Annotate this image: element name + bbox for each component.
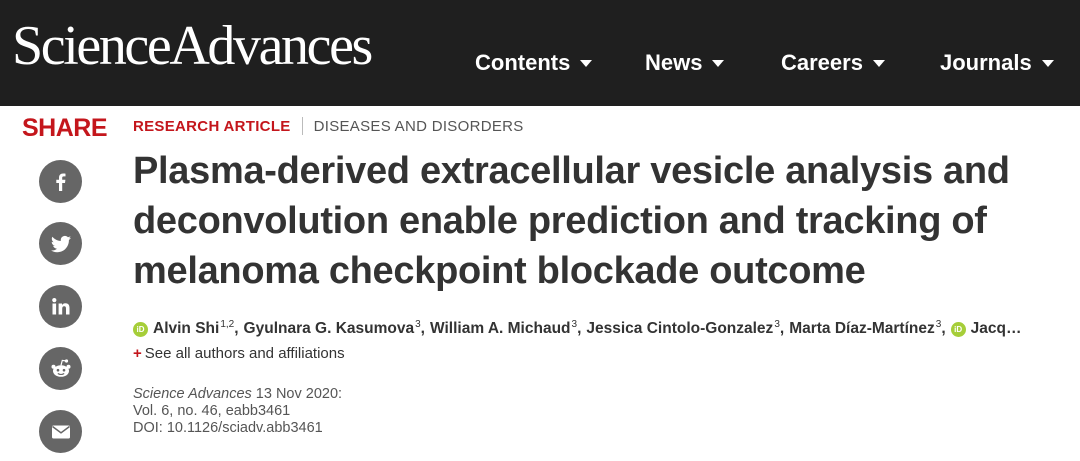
citation-journal: Science Advances <box>133 386 252 402</box>
nav-contents[interactable]: Contents <box>475 48 593 78</box>
citation-block: Science Advances 13 Nov 2020: Vol. 6, no… <box>133 386 342 437</box>
author-name: Jessica Cintolo-Gonzalez <box>586 320 774 337</box>
affiliation-sup: 3 <box>415 318 421 330</box>
see-all-authors-link[interactable]: + See all authors and affiliations <box>133 345 345 362</box>
email-icon <box>51 425 70 438</box>
article-type-link[interactable]: RESEARCH ARTICLE <box>133 118 291 135</box>
author-name: Alvin Shi <box>153 320 220 337</box>
author-separator: , <box>941 320 946 337</box>
subject-link[interactable]: DISEASES AND DISORDERS <box>314 118 524 135</box>
affiliation-sup: 3 <box>571 318 578 330</box>
nav-contents-label: Contents <box>475 50 571 75</box>
author-separator: , <box>234 320 239 337</box>
nav-careers-label: Careers <box>781 50 863 75</box>
see-all-label: See all authors and affiliations <box>144 345 345 362</box>
chevron-down-icon <box>872 59 885 67</box>
author-link[interactable]: Gyulnara G. Kasumova 3 <box>243 318 421 338</box>
meta-divider <box>301 117 303 135</box>
nav-news-label: News <box>645 50 703 75</box>
citation-date: 13 Nov 2020: <box>255 386 343 402</box>
orcid-icon[interactable]: iD <box>133 321 148 337</box>
affiliation-sup: 3 <box>935 318 942 330</box>
author-list: iD Alvin Shi 1,2, Gyulnara G. Kasumova 3, … <box>133 317 1053 341</box>
linkedin-icon <box>51 297 69 314</box>
facebook-icon <box>55 173 65 191</box>
author-name: Marta Díaz-Martínez <box>789 320 935 337</box>
article-title: Plasma-derived extracellular vesicle ana… <box>133 150 1010 292</box>
affiliation-sup: 1,2 <box>220 318 235 330</box>
author-link[interactable]: William A. Michaud 3 <box>429 318 578 338</box>
citation-doi[interactable]: DOI: 10.1126/sciadv.abb3461 <box>133 420 342 437</box>
top-navigation-bar: ScienceAdvances Contents News Careers Jo… <box>0 0 1080 106</box>
citation-line-1: Science Advances 13 Nov 2020: <box>133 386 342 403</box>
chevron-down-icon <box>580 59 593 67</box>
share-reddit-button[interactable] <box>39 347 82 390</box>
share-label: SHARE <box>22 114 108 142</box>
author-name: Jacq… <box>970 320 1022 337</box>
author-separator: , <box>420 320 425 337</box>
author-link[interactable]: Jacq… <box>971 320 1022 338</box>
orcid-icon[interactable]: iD <box>950 321 966 337</box>
nav-journals-label: Journals <box>940 50 1032 75</box>
chevron-down-icon <box>1041 59 1054 67</box>
article-meta: RESEARCH ARTICLE DISEASES AND DISORDERS <box>133 116 524 136</box>
nav-journals[interactable]: Journals <box>940 48 1054 78</box>
citation-volume: Vol. 6, no. 46, eabb3461 <box>133 403 291 419</box>
share-linkedin-button[interactable] <box>39 285 82 328</box>
nav-careers[interactable]: Careers <box>781 48 885 78</box>
author-link[interactable]: Jessica Cintolo-Gonzalez 3 <box>586 318 780 338</box>
author-link[interactable]: Marta Díaz-Martínez 3 <box>789 318 942 338</box>
plus-icon: + <box>133 345 142 362</box>
author-link[interactable]: Alvin Shi 1,2 <box>153 318 235 338</box>
share-facebook-button[interactable] <box>39 160 82 203</box>
author-separator: , <box>779 320 785 337</box>
share-email-button[interactable] <box>39 410 82 453</box>
author-name: Gyulnara G. Kasumova <box>243 320 415 337</box>
nav-news[interactable]: News <box>645 48 725 78</box>
twitter-icon <box>50 235 71 252</box>
share-twitter-button[interactable] <box>39 222 82 265</box>
author-separator: , <box>577 320 582 337</box>
reddit-icon <box>51 358 70 377</box>
chevron-down-icon <box>712 59 725 67</box>
author-name: William A. Michaud <box>429 320 571 337</box>
affiliation-sup: 3 <box>774 318 780 330</box>
science-advances-logo[interactable]: ScienceAdvances <box>12 18 373 74</box>
